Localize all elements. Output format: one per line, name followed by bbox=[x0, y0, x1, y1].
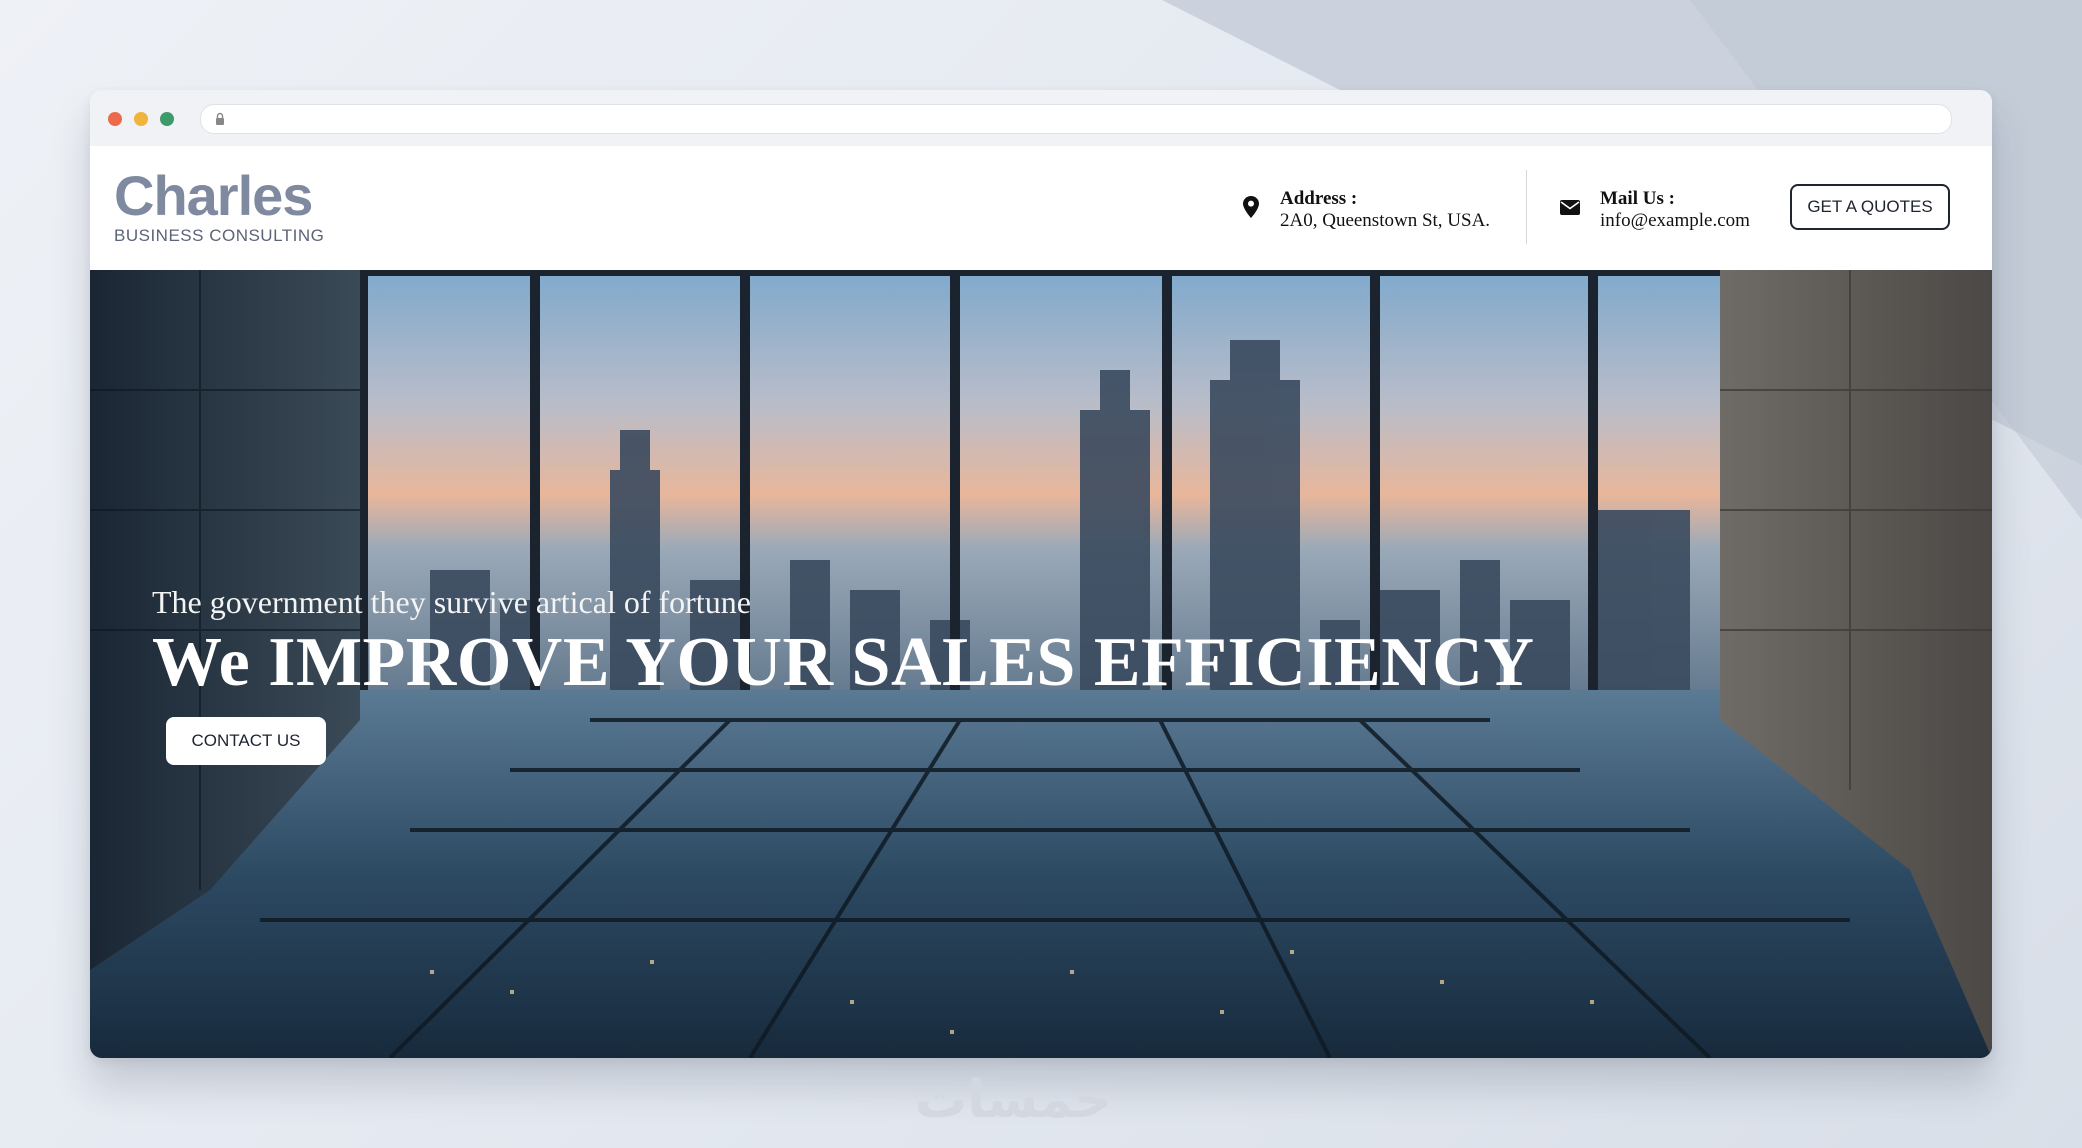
logo-tagline: BUSINESS CONSULTING bbox=[114, 226, 325, 245]
hero-title: We IMPROVE YOUR SALES EFFICIENCY bbox=[152, 624, 1535, 701]
hero-section: The government they survive artical of f… bbox=[90, 270, 1992, 1058]
site-header: Charles BUSINESS CONSULTING Address : 2A… bbox=[90, 146, 1992, 270]
get-quotes-button[interactable]: GET A QUOTES bbox=[1790, 184, 1950, 230]
address-value: 2A0, Queenstown St, USA. bbox=[1280, 210, 1491, 231]
mail-info: Mail Us : info@example.com bbox=[1560, 188, 1750, 232]
envelope-icon bbox=[1560, 200, 1580, 215]
browser-window: Charles BUSINESS CONSULTING Address : 2A… bbox=[90, 90, 1992, 1058]
logo-text: Charles bbox=[114, 164, 313, 227]
header-divider bbox=[1526, 170, 1527, 244]
brand-logo[interactable]: Charles BUSINESS CONSULTING bbox=[114, 168, 324, 246]
maximize-window-button[interactable] bbox=[160, 112, 174, 126]
hero-text: The government they survive artical of f… bbox=[152, 584, 1534, 702]
map-pin-icon bbox=[1243, 196, 1259, 218]
close-window-button[interactable] bbox=[108, 112, 122, 126]
address-info: Address : 2A0, Queenstown St, USA. bbox=[1242, 188, 1490, 232]
lock-icon bbox=[216, 112, 224, 125]
mail-value[interactable]: info@example.com bbox=[1600, 210, 1750, 232]
browser-chrome bbox=[90, 90, 1992, 147]
url-bar[interactable] bbox=[200, 104, 1952, 134]
hero-subtitle: The government they survive artical of f… bbox=[152, 584, 751, 620]
minimize-window-button[interactable] bbox=[134, 112, 148, 126]
mail-label: Mail Us : bbox=[1600, 188, 1675, 209]
address-label: Address : bbox=[1280, 188, 1358, 209]
contact-us-button[interactable]: CONTACT US bbox=[166, 717, 326, 765]
watermark: خمسات bbox=[915, 1070, 1113, 1130]
